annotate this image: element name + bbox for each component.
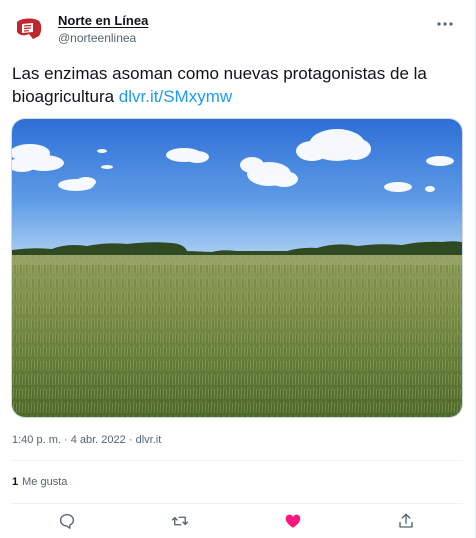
- retweet-icon: [171, 516, 189, 526]
- divider: [12, 503, 463, 504]
- author-handle[interactable]: @norteenlinea: [58, 30, 148, 46]
- likes-count: 1: [12, 476, 19, 488]
- meta-separator: ·: [63, 434, 68, 446]
- author-names: Norte en Línea @norteenlinea: [58, 13, 148, 46]
- tweet-date[interactable]: 4 abr. 2022: [71, 434, 126, 446]
- tweet-text: Las enzimas asoman como nuevas protagoni…: [12, 62, 464, 108]
- tweet-time[interactable]: 1:40 p. m.: [12, 434, 61, 446]
- reply-icon: [59, 513, 75, 529]
- tweet-meta: 1:40 p. m. · 4 abr. 2022 · dlvr.it: [12, 432, 161, 448]
- like-button[interactable]: [281, 509, 305, 533]
- wheat-field-photo: [12, 119, 462, 417]
- avatar[interactable]: [12, 12, 46, 46]
- share-icon: [399, 513, 413, 528]
- tweet-card: Norte en Línea @norteenlinea Las enzimas…: [0, 0, 476, 538]
- meta-separator: ·: [128, 434, 133, 446]
- tweet-media-image[interactable]: [11, 118, 463, 418]
- tweet-header: Norte en Línea @norteenlinea: [12, 12, 463, 48]
- heart-icon: [285, 514, 301, 528]
- norte-logo-icon: [13, 13, 45, 45]
- author-display-name[interactable]: Norte en Línea: [58, 13, 148, 29]
- tweet-actions: [0, 509, 476, 535]
- tweet-link[interactable]: dlvr.it/SMxymw: [119, 87, 232, 106]
- more-icon: [437, 22, 453, 26]
- likes-label: Me gusta: [22, 476, 68, 488]
- retweet-button[interactable]: [168, 509, 192, 533]
- more-options-button[interactable]: [433, 12, 457, 36]
- reply-button[interactable]: [55, 509, 79, 533]
- share-button[interactable]: [394, 509, 418, 533]
- tweet-stats[interactable]: 1 Me gusta: [12, 474, 67, 490]
- tweet-source[interactable]: dlvr.it: [136, 434, 162, 446]
- divider: [12, 460, 463, 461]
